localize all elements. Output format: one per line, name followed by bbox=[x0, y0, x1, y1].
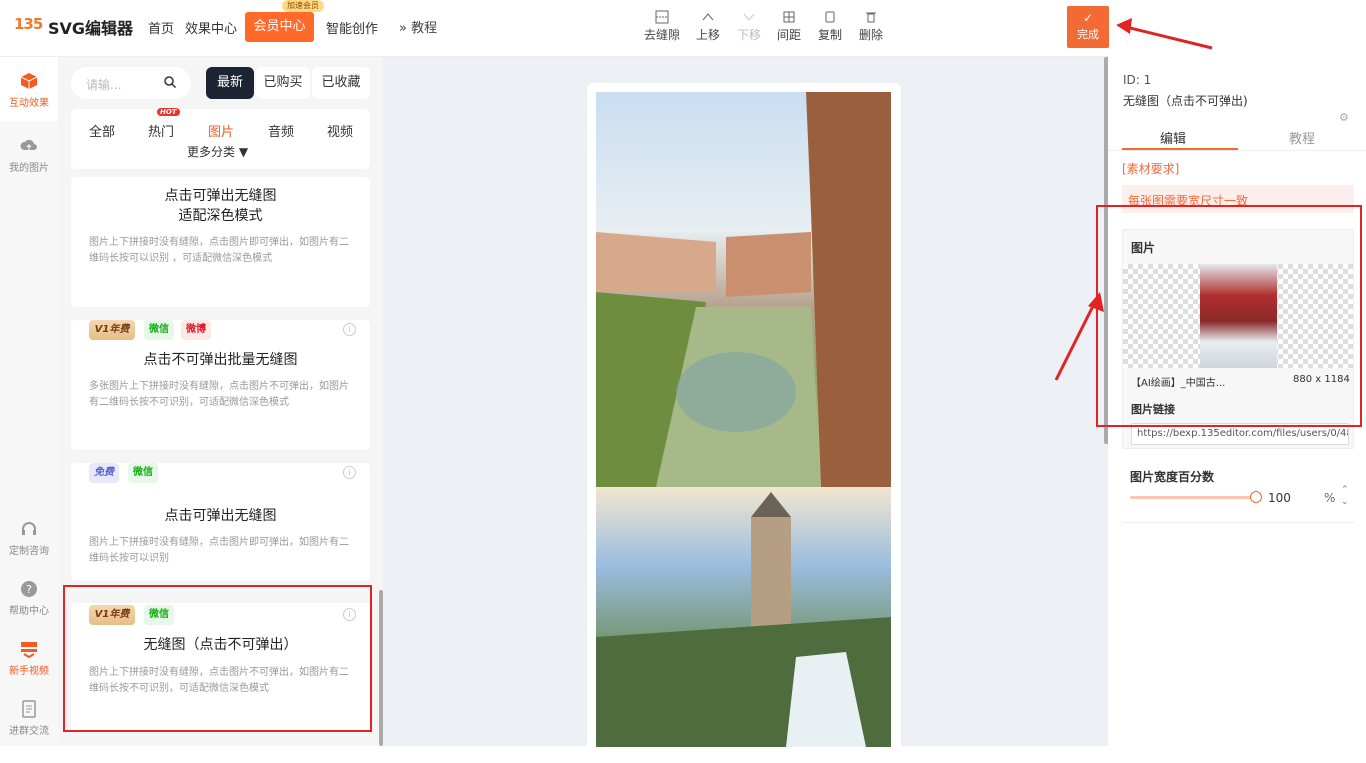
tutorial-toggle[interactable]: » 教程 bbox=[399, 17, 437, 36]
copy-button[interactable]: 复制 bbox=[818, 10, 842, 43]
tab-latest[interactable]: 最新 bbox=[206, 67, 254, 99]
free-badge: 免费 bbox=[89, 463, 119, 483]
remove-gap-button[interactable]: 去缝隙 bbox=[644, 10, 680, 43]
rail-item-consult[interactable]: 定制咨询 bbox=[0, 520, 58, 557]
rail-label: 新手视频 bbox=[9, 666, 49, 677]
category-image[interactable]: 图片 bbox=[208, 121, 234, 140]
logo-text[interactable]: SVG编辑器 bbox=[48, 15, 133, 39]
question-icon: ? bbox=[21, 581, 37, 597]
search-icon[interactable] bbox=[164, 76, 176, 88]
card-description: 多张图片上下拼接时没有缝隙，点击图片不可弹出，如图片有二维码长按不可识别，可适配… bbox=[89, 381, 349, 408]
template-card[interactable]: V1年费 微信 微博 i 点击不可弹出批量无缝图 多张图片上下拼接时没有缝隙，点… bbox=[71, 320, 370, 450]
card-subtitle: 适配深色模式 bbox=[178, 208, 263, 224]
copy-label: 复制 bbox=[818, 28, 843, 42]
trash-icon bbox=[866, 12, 876, 23]
nav-home[interactable]: 首页 bbox=[148, 18, 174, 37]
spacing-icon bbox=[783, 11, 795, 23]
rail-label: 定制咨询 bbox=[9, 546, 49, 557]
card-description: 图片上下拼接时没有缝隙，点击图片即可弹出，如图片有二维码长按可以识别 ，可适配微… bbox=[89, 237, 349, 264]
logo-mark: 135 bbox=[14, 15, 43, 33]
rail-item-help[interactable]: ? 帮助中心 bbox=[0, 580, 58, 617]
info-icon[interactable]: i bbox=[343, 466, 356, 479]
nav-effects[interactable]: 效果中心 bbox=[185, 18, 237, 37]
rail-item-tutorial-video[interactable]: 新手视频 bbox=[0, 640, 58, 677]
editor-toolbar: » 教程 去缝隙 上移 下移 间距 复制 删除 bbox=[383, 0, 1108, 57]
template-card[interactable]: 点击可弹出无缝图 适配深色模式 图片上下拼接时没有缝隙，点击图片即可弹出，如图片… bbox=[71, 177, 370, 307]
width-percent-input[interactable]: 100 % bbox=[1266, 486, 1338, 510]
cloud-upload-icon bbox=[20, 139, 37, 151]
annotation-arrows bbox=[1054, 18, 1213, 381]
divider bbox=[1122, 522, 1354, 523]
spacing-button[interactable]: 间距 bbox=[777, 10, 801, 43]
category-audio[interactable]: 音频 bbox=[268, 121, 294, 140]
category-hot[interactable]: 热门 bbox=[148, 121, 174, 140]
stepper-arrows-icon[interactable]: ⌃ ⌄ bbox=[1341, 484, 1349, 508]
copy-icon bbox=[825, 11, 835, 23]
document-icon bbox=[22, 700, 36, 718]
card-title: 点击不可弹出批量无缝图 bbox=[143, 352, 298, 368]
width-slider-track[interactable] bbox=[1130, 496, 1255, 499]
tab-purchased[interactable]: 已购买 bbox=[256, 67, 310, 99]
rail-label: 我的图片 bbox=[9, 163, 49, 174]
hot-badge: HOT bbox=[157, 108, 180, 116]
remove-gap-label: 去缝隙 bbox=[644, 28, 681, 42]
watercolor-tower-illustration bbox=[596, 492, 891, 747]
width-slider-handle[interactable] bbox=[1250, 491, 1262, 503]
move-down-label: 下移 bbox=[737, 28, 762, 42]
gap-icon bbox=[655, 10, 669, 24]
chevron-up-icon bbox=[702, 13, 714, 21]
vip-badge: V1年费 bbox=[89, 320, 135, 340]
caret-down-icon: ▼ bbox=[238, 145, 249, 159]
preview-image-tower[interactable] bbox=[596, 487, 891, 747]
highlight-box bbox=[63, 585, 372, 732]
delete-label: 删除 bbox=[859, 28, 884, 42]
rail-label: 进群交流 bbox=[9, 726, 49, 737]
tutorial-toggle-label: 教程 bbox=[411, 21, 438, 36]
tab-tutorial[interactable]: 教程 bbox=[1289, 128, 1315, 147]
category-all[interactable]: 全部 bbox=[89, 121, 115, 140]
delete-button[interactable]: 删除 bbox=[859, 10, 883, 43]
card-description: 图片上下拼接时没有缝隙，点击图片即可弹出，如图片有二维码长按可以识别 bbox=[89, 537, 349, 564]
headset-icon bbox=[22, 522, 36, 535]
spacing-label: 间距 bbox=[777, 28, 802, 42]
move-up-button[interactable]: 上移 bbox=[696, 10, 720, 43]
editor-canvas bbox=[383, 57, 1109, 763]
preview-image-village[interactable] bbox=[596, 92, 891, 487]
cube-icon bbox=[20, 73, 38, 89]
width-unit: % bbox=[1324, 491, 1336, 505]
width-percent-label: 图片宽度百分数 bbox=[1130, 470, 1215, 484]
member-tag: 加速会员 bbox=[282, 0, 324, 12]
double-chevron-right-icon: » bbox=[399, 21, 407, 36]
wechat-icon: 微信 bbox=[144, 320, 174, 340]
category-filter: 全部 热门 HOT 图片 音频 视频 更多分类 ▼ bbox=[71, 108, 370, 169]
svg-text:?: ? bbox=[26, 583, 32, 596]
chevron-down-icon bbox=[743, 13, 755, 21]
move-up-label: 上移 bbox=[696, 28, 721, 42]
video-icon bbox=[21, 642, 37, 658]
app-header: 135 SVG编辑器 首页 效果中心 会员中心 加速会员 智能创作 bbox=[0, 0, 383, 57]
template-card[interactable]: 免费 微信 i 点击可弹出无缝图 图片上下拼接时没有缝隙，点击图片即可弹出，如图… bbox=[71, 463, 370, 581]
member-center-button[interactable]: 会员中心 bbox=[245, 12, 314, 42]
rail-label: 互动效果 bbox=[9, 98, 49, 109]
more-categories-label: 更多分类 bbox=[187, 145, 236, 159]
category-video[interactable]: 视频 bbox=[327, 121, 353, 140]
settings-icon[interactable]: ⚙ bbox=[1339, 111, 1349, 124]
move-down-button[interactable]: 下移 bbox=[737, 10, 761, 43]
rail-item-join-group[interactable]: 进群交流 bbox=[0, 700, 58, 737]
more-categories[interactable]: 更多分类 ▼ bbox=[187, 143, 248, 160]
rail-item-my-images[interactable]: 我的图片 bbox=[0, 137, 58, 174]
nav-ai-create[interactable]: 智能创作 bbox=[326, 18, 378, 37]
info-icon[interactable]: i bbox=[343, 323, 356, 336]
tab-favorites[interactable]: 已收藏 bbox=[312, 67, 370, 99]
card-title: 点击可弹出无缝图 bbox=[164, 188, 277, 204]
left-rail: 互动效果 我的图片 定制咨询 ? 帮助中心 新手视频 进群交流 bbox=[0, 57, 58, 746]
card-title: 点击可弹出无缝图 bbox=[164, 508, 277, 524]
wechat-icon: 微信 bbox=[128, 463, 158, 483]
rail-label: 帮助中心 bbox=[9, 606, 49, 617]
template-panel: 请输... 最新 已购买 已收藏 全部 热门 HOT 图片 音频 视频 更多分类… bbox=[58, 57, 383, 746]
weibo-icon: 微博 bbox=[181, 320, 211, 340]
watercolor-village-illustration bbox=[596, 92, 891, 487]
width-percent-value: 100 bbox=[1268, 491, 1291, 505]
rail-item-interactive-effects[interactable]: 互动效果 bbox=[0, 57, 58, 121]
